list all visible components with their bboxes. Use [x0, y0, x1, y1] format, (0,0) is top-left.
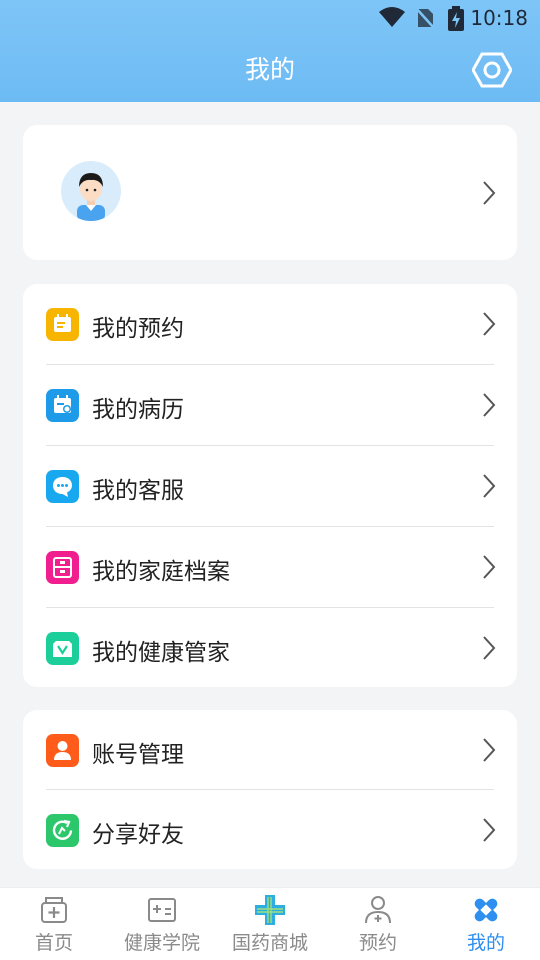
- chevron-right-icon: [483, 738, 496, 762]
- battery-charging-icon: [448, 6, 464, 31]
- doctor-icon: [365, 896, 391, 924]
- medical-record-icon: [46, 389, 79, 422]
- menu-item-label: 我的客服: [92, 478, 184, 504]
- calendar-icon: [46, 308, 79, 341]
- status-time: 10:18: [470, 6, 528, 30]
- no-sim-icon: [415, 7, 435, 29]
- tab-label: 首页: [34, 932, 73, 954]
- menu-item-label: 账号管理: [92, 742, 184, 768]
- family-file-icon: [46, 551, 79, 584]
- menu-item-customer-service[interactable]: 我的客服: [23, 446, 517, 526]
- chevron-right-icon: [483, 393, 496, 417]
- tab-label: 预约: [358, 932, 397, 954]
- chevron-right-icon: [483, 181, 496, 205]
- tab-home[interactable]: 首页: [0, 888, 108, 960]
- account-menu-card: 账号管理 分享好友: [23, 710, 517, 869]
- profile-card[interactable]: [23, 125, 517, 260]
- menu-item-label: 分享好友: [92, 822, 184, 848]
- health-kit-icon: [46, 632, 79, 665]
- chat-icon: [46, 470, 79, 503]
- main-menu-card: 我的预约 我的病历 我的客服 我的家庭档案 我的健康管家: [23, 284, 517, 687]
- app-header: 10:18 我的: [0, 0, 540, 102]
- menu-item-label: 我的家庭档案: [92, 559, 230, 585]
- chevron-right-icon: [483, 555, 496, 579]
- menu-item-appointments[interactable]: 我的预约: [23, 284, 517, 364]
- settings-gear-icon[interactable]: [472, 50, 512, 90]
- home-kit-icon: [41, 897, 67, 923]
- menu-item-label: 我的预约: [92, 316, 184, 342]
- tab-label: 我的: [466, 932, 505, 954]
- bottom-tab-bar: 首页 健康学院 国药商城 预约 我的: [0, 887, 540, 960]
- tab-appointment[interactable]: 预约: [324, 888, 432, 960]
- chevron-right-icon: [483, 818, 496, 842]
- menu-item-family-files[interactable]: 我的家庭档案: [23, 527, 517, 607]
- wifi-icon: [379, 7, 405, 27]
- share-icon: [46, 814, 79, 847]
- chevron-right-icon: [483, 474, 496, 498]
- menu-item-share-friends[interactable]: 分享好友: [23, 790, 517, 870]
- chevron-right-icon: [483, 312, 496, 336]
- menu-item-health-manager[interactable]: 我的健康管家: [23, 608, 517, 688]
- menu-item-account-management[interactable]: 账号管理: [23, 710, 517, 790]
- page-title: 我的: [244, 55, 295, 84]
- user-icon: [46, 734, 79, 767]
- tab-pharmacy-mall[interactable]: 国药商城: [216, 888, 324, 960]
- menu-item-records[interactable]: 我的病历: [23, 365, 517, 445]
- tab-label: 健康学院: [123, 932, 200, 954]
- chevron-right-icon: [483, 636, 496, 660]
- tab-label: 国药商城: [231, 932, 308, 954]
- tab-health-academy[interactable]: 健康学院: [108, 888, 216, 960]
- pharmacy-cross-icon: [255, 895, 285, 925]
- menu-item-label: 我的病历: [92, 397, 184, 423]
- avatar[interactable]: [61, 161, 121, 221]
- status-bar: 10:18: [0, 0, 540, 36]
- tab-mine[interactable]: 我的: [432, 888, 540, 960]
- bandage-icon: [474, 898, 498, 922]
- menu-item-label: 我的健康管家: [92, 640, 230, 666]
- academy-icon: [148, 898, 176, 922]
